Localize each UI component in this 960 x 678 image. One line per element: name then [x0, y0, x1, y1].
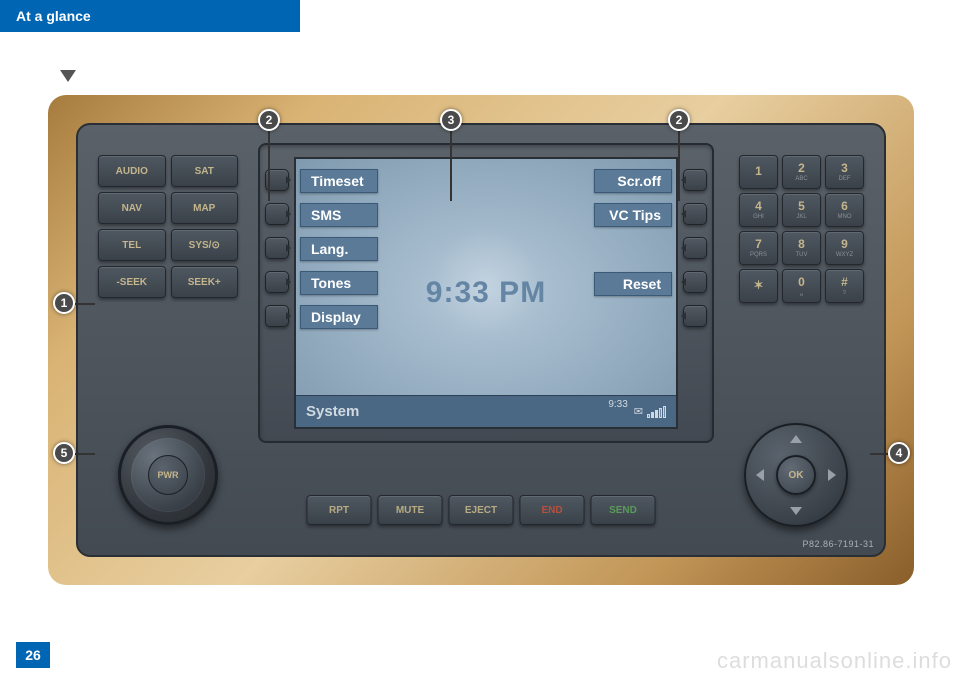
ok-button[interactable]: OK: [776, 455, 816, 495]
left-menu-column: Timeset SMS Lang. Tones Display: [300, 169, 378, 329]
envelope-icon: ✉: [634, 405, 643, 418]
arrow-left-icon[interactable]: [756, 469, 764, 481]
softkey-l4[interactable]: [265, 271, 289, 293]
triangle-marker-icon: [60, 70, 76, 82]
end-button[interactable]: END: [520, 495, 585, 525]
key-9[interactable]: 9WXYZ: [825, 231, 864, 265]
softkey-r1[interactable]: [683, 169, 707, 191]
left-button-grid: AUDIO SAT NAV MAP TEL SYS/⊙ -SEEK SEEK+: [98, 155, 238, 298]
pwr-label: PWR: [148, 455, 188, 495]
key-3[interactable]: 3DEF: [825, 155, 864, 189]
map-button[interactable]: MAP: [171, 192, 239, 224]
sys-button[interactable]: SYS/⊙: [171, 229, 239, 261]
callout-3: 3: [440, 109, 462, 131]
right-menu-column: Scr.off VC Tips Reset: [594, 169, 672, 296]
callout-line: [870, 453, 888, 455]
key-6[interactable]: 6MNO: [825, 193, 864, 227]
callout-5: 5: [53, 442, 75, 464]
key-0[interactable]: 0␣: [782, 269, 821, 303]
section-header: At a glance: [0, 0, 300, 32]
callout-1: 1: [53, 292, 75, 314]
keypad-grid: 1 2ABC 3DEF 4GHI 5JKL 6MNO 7PQRS 8TUV 9W…: [739, 155, 864, 303]
status-icons: ✉: [634, 405, 666, 418]
softkey-r3[interactable]: [683, 237, 707, 259]
image-reference-code: P82.86-7191-31: [802, 539, 874, 549]
callout-line: [75, 453, 95, 455]
status-time: 9:33: [608, 396, 627, 410]
callout-4: 4: [888, 442, 910, 464]
mute-button[interactable]: MUTE: [378, 495, 443, 525]
seek-down-button[interactable]: -SEEK: [98, 266, 166, 298]
key-5[interactable]: 5JKL: [782, 193, 821, 227]
softkey-r5[interactable]: [683, 305, 707, 327]
right-softkey-column: [678, 145, 712, 441]
softkey-l5[interactable]: [265, 305, 289, 327]
display-screen: Timeset SMS Lang. Tones Display Scr.off …: [294, 157, 678, 429]
menu-tones[interactable]: Tones: [300, 271, 378, 295]
menu-sms[interactable]: SMS: [300, 203, 378, 227]
menu-scroff[interactable]: Scr.off: [594, 169, 672, 193]
comand-unit-photo: AUDIO SAT NAV MAP TEL SYS/⊙ -SEEK SEEK+ …: [48, 95, 914, 585]
arrow-down-icon[interactable]: [790, 507, 802, 515]
key-8[interactable]: 8TUV: [782, 231, 821, 265]
signal-icon: [647, 406, 666, 418]
menu-display[interactable]: Display: [300, 305, 378, 329]
callout-line: [268, 131, 270, 201]
softkey-l2[interactable]: [265, 203, 289, 225]
callout-2a: 2: [258, 109, 280, 131]
callout-2b: 2: [668, 109, 690, 131]
nav-button[interactable]: NAV: [98, 192, 166, 224]
status-title: System: [306, 403, 608, 420]
arrow-up-icon[interactable]: [790, 435, 802, 443]
tel-button[interactable]: TEL: [98, 229, 166, 261]
softkey-r2[interactable]: [683, 203, 707, 225]
menu-timeset[interactable]: Timeset: [300, 169, 378, 193]
left-softkey-column: [260, 145, 294, 441]
key-7[interactable]: 7PQRS: [739, 231, 778, 265]
softkey-r4[interactable]: [683, 271, 707, 293]
menu-vctips[interactable]: VC Tips: [594, 203, 672, 227]
bottom-button-row: RPT MUTE EJECT END SEND: [307, 495, 656, 525]
rpt-button[interactable]: RPT: [307, 495, 372, 525]
callout-line: [75, 303, 95, 305]
callout-line: [450, 131, 452, 201]
site-watermark: carmanualsonline.info: [717, 648, 952, 674]
key-1[interactable]: 1: [739, 155, 778, 189]
menu-reset[interactable]: Reset: [594, 272, 672, 296]
softkey-l3[interactable]: [265, 237, 289, 259]
status-bar: System 9:33 ✉: [296, 395, 676, 427]
ok-dpad[interactable]: OK: [744, 423, 848, 527]
page-number: 26: [16, 642, 50, 668]
seek-up-button[interactable]: SEEK+: [171, 266, 239, 298]
key-hash[interactable]: #⇧: [825, 269, 864, 303]
eject-button[interactable]: EJECT: [449, 495, 514, 525]
audio-button[interactable]: AUDIO: [98, 155, 166, 187]
menu-lang[interactable]: Lang.: [300, 237, 378, 261]
power-volume-knob[interactable]: PWR: [118, 425, 218, 525]
clock-display: 9:33 PM: [426, 276, 546, 310]
key-star[interactable]: ✶: [739, 269, 778, 303]
callout-line: [678, 131, 680, 201]
send-button[interactable]: SEND: [591, 495, 656, 525]
arrow-right-icon[interactable]: [828, 469, 836, 481]
sat-button[interactable]: SAT: [171, 155, 239, 187]
screen-bezel: Timeset SMS Lang. Tones Display Scr.off …: [258, 143, 714, 443]
key-2[interactable]: 2ABC: [782, 155, 821, 189]
key-4[interactable]: 4GHI: [739, 193, 778, 227]
